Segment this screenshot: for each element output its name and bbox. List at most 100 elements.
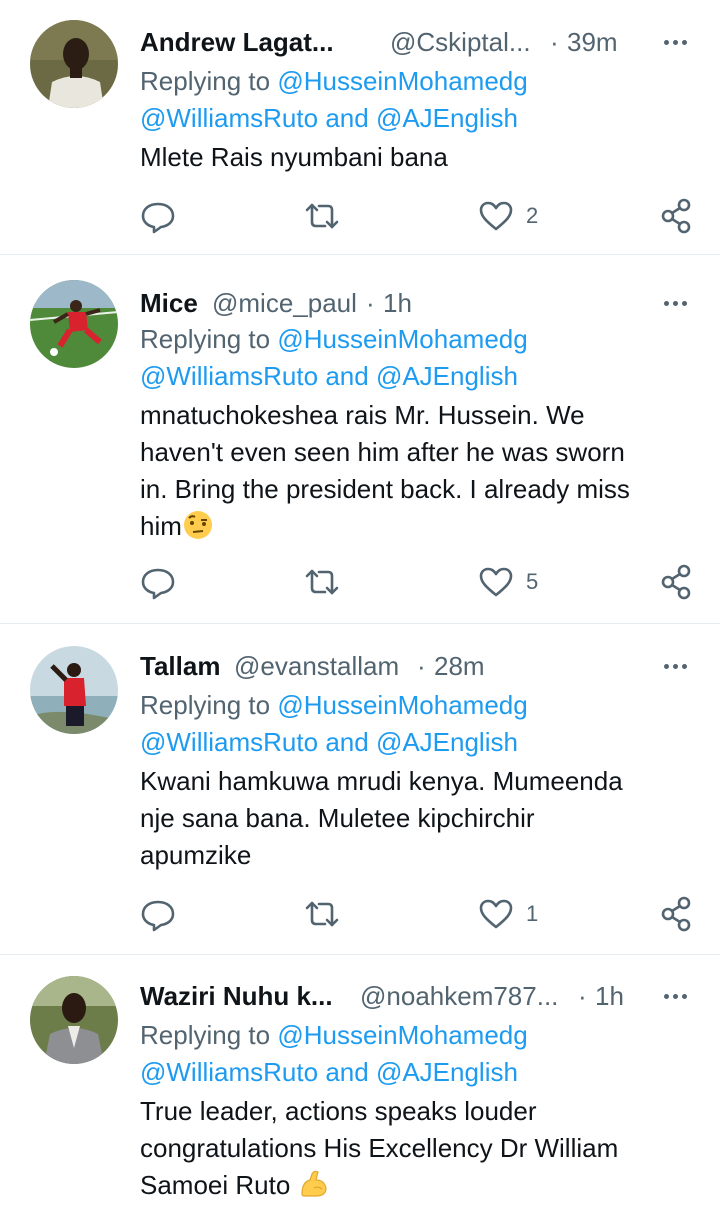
share-icon bbox=[661, 198, 691, 234]
others-link[interactable]: and bbox=[325, 103, 368, 133]
display-name[interactable]: Waziri Nuhu k... bbox=[140, 976, 333, 1016]
user-handle[interactable]: @Cskiptal... bbox=[390, 22, 531, 62]
mention-link[interactable]: @AJEnglish bbox=[376, 1057, 518, 1087]
person-in-white-shirt-avatar-icon bbox=[30, 20, 118, 108]
tweet-actions: 5 bbox=[140, 562, 700, 602]
tweet-text-line: congratulations His Excellency Dr Willia… bbox=[140, 1133, 619, 1163]
man-outdoors-avatar-icon bbox=[30, 976, 118, 1064]
heart-icon bbox=[479, 201, 513, 231]
share-button[interactable] bbox=[660, 562, 694, 602]
more-options-icon[interactable] bbox=[660, 976, 700, 1016]
tweet-item[interactable]: Andrew Lagat... @Cskiptal... · 39m Reply… bbox=[0, 0, 720, 255]
user-handle[interactable]: @mice_paul bbox=[212, 283, 357, 323]
like-count: 1 bbox=[526, 901, 539, 926]
mention-link[interactable]: @AJEnglish bbox=[376, 103, 518, 133]
tweet-text: True leader, actions speaks louder congr… bbox=[140, 1093, 700, 1204]
replying-to: Replying to @HusseinMohamedg @WilliamsRu… bbox=[140, 321, 700, 395]
mention-link[interactable]: @HusseinMohamedg bbox=[277, 324, 527, 354]
mention-link[interactable]: @HusseinMohamedg bbox=[277, 1020, 527, 1050]
tweet-text-line: Samoei Ruto bbox=[140, 1170, 291, 1200]
avatar[interactable] bbox=[30, 646, 118, 734]
retweet-button[interactable] bbox=[302, 196, 342, 236]
like-count: 2 bbox=[526, 203, 539, 228]
tweet-item[interactable]: Tallam @evanstallam · 28m Replying to @H… bbox=[0, 624, 720, 955]
mention-link[interactable]: @HusseinMohamedg bbox=[277, 690, 527, 720]
separator-dot: · bbox=[366, 288, 375, 318]
display-name[interactable]: Mice bbox=[140, 283, 198, 323]
timestamp[interactable]: 1h bbox=[595, 976, 624, 1016]
more-options-icon[interactable] bbox=[660, 22, 700, 62]
replying-to: Replying to @HusseinMohamedg @WilliamsRu… bbox=[140, 687, 700, 761]
separator-dot: · bbox=[578, 981, 587, 1011]
reply-icon bbox=[141, 568, 175, 600]
retweet-icon bbox=[305, 901, 339, 927]
avatar[interactable] bbox=[30, 280, 118, 368]
display-name[interactable]: Tallam bbox=[140, 646, 220, 686]
heart-icon bbox=[479, 567, 513, 597]
mention-link[interactable]: @WilliamsRuto bbox=[140, 1057, 318, 1087]
others-link[interactable]: and bbox=[325, 1057, 368, 1087]
timestamp[interactable]: 1h bbox=[383, 283, 412, 323]
tweet-text-line: him bbox=[140, 511, 182, 541]
face-with-raised-eyebrow-emoji-icon bbox=[183, 511, 212, 539]
reply-icon bbox=[141, 202, 175, 234]
soccer-player-avatar-icon bbox=[30, 280, 118, 368]
tweet-text-line: True leader, actions speaks louder bbox=[140, 1096, 537, 1126]
share-button[interactable] bbox=[660, 894, 694, 934]
heart-icon bbox=[479, 899, 513, 929]
others-link[interactable]: and bbox=[325, 727, 368, 757]
separator-dot: · bbox=[550, 27, 559, 57]
reply-button[interactable] bbox=[140, 562, 176, 602]
mention-link[interactable]: @HusseinMohamedg bbox=[277, 66, 527, 96]
replying-to-label: Replying to bbox=[140, 66, 271, 96]
like-button[interactable]: 5 bbox=[478, 562, 538, 602]
user-handle[interactable]: @evanstallam bbox=[234, 646, 399, 686]
mention-link[interactable]: @WilliamsRuto bbox=[140, 361, 318, 391]
share-icon bbox=[661, 896, 691, 932]
mention-link[interactable]: @WilliamsRuto bbox=[140, 727, 318, 757]
mention-link[interactable]: @WilliamsRuto bbox=[140, 103, 318, 133]
reply-button[interactable] bbox=[140, 894, 176, 934]
replying-to-label: Replying to bbox=[140, 324, 271, 354]
like-count: 5 bbox=[526, 569, 539, 594]
reply-icon bbox=[141, 900, 175, 932]
person-in-red-jersey-avatar-icon bbox=[30, 646, 118, 734]
replying-to-label: Replying to bbox=[140, 690, 271, 720]
tweet-actions: 1 bbox=[140, 894, 700, 934]
tweet-actions: 2 bbox=[140, 196, 700, 236]
replying-to-label: Replying to bbox=[140, 1020, 271, 1050]
display-name[interactable]: Andrew Lagat... bbox=[140, 22, 334, 62]
separator-dot: · bbox=[417, 651, 426, 681]
tweet-text: Kwani hamkuwa mrudi kenya. Mumeenda nje … bbox=[140, 763, 700, 874]
tweet-item[interactable]: Mice @mice_paul · 1h Replying to @Hussei… bbox=[0, 255, 720, 624]
like-button[interactable]: 2 bbox=[478, 196, 538, 236]
mention-link[interactable]: @AJEnglish bbox=[376, 727, 518, 757]
timestamp[interactable]: 28m bbox=[434, 646, 485, 686]
replying-to: Replying to @HusseinMohamedg @WilliamsRu… bbox=[140, 63, 700, 137]
retweet-icon bbox=[305, 569, 339, 595]
retweet-button[interactable] bbox=[302, 562, 342, 602]
share-icon bbox=[661, 564, 691, 600]
tweet-text-line: mnatuchokeshea rais Mr. Hussein. We bbox=[140, 400, 585, 430]
mention-link[interactable]: @AJEnglish bbox=[376, 361, 518, 391]
like-button[interactable]: 1 bbox=[478, 894, 538, 934]
tweet-item[interactable]: Waziri Nuhu k... @noahkem787... · 1h Rep… bbox=[0, 955, 720, 1214]
reply-button[interactable] bbox=[140, 196, 176, 236]
timestamp[interactable]: 39m bbox=[567, 22, 618, 62]
avatar[interactable] bbox=[30, 20, 118, 108]
user-handle[interactable]: @noahkem787... bbox=[360, 976, 558, 1016]
tweet-text-line: apumzike bbox=[140, 840, 252, 870]
share-button[interactable] bbox=[660, 196, 694, 236]
retweet-icon bbox=[305, 203, 339, 229]
retweet-button[interactable] bbox=[302, 894, 342, 934]
tweet-text: mnatuchokeshea rais Mr. Hussein. We have… bbox=[140, 397, 700, 545]
tweet-text-line: nje sana bana. Muletee kipchirchir bbox=[140, 803, 535, 833]
others-link[interactable]: and bbox=[325, 361, 368, 391]
tweet-text-line: Kwani hamkuwa mrudi kenya. Mumeenda bbox=[140, 766, 623, 796]
tweet-text: Mlete Rais nyumbani bana bbox=[140, 139, 700, 176]
more-options-icon[interactable] bbox=[660, 646, 700, 686]
avatar[interactable] bbox=[30, 976, 118, 1064]
tweet-text-line: haven't even seen him after he was sworn bbox=[140, 437, 625, 467]
tweet-text-line: in. Bring the president back. I already … bbox=[140, 474, 630, 504]
more-options-icon[interactable] bbox=[660, 283, 700, 323]
